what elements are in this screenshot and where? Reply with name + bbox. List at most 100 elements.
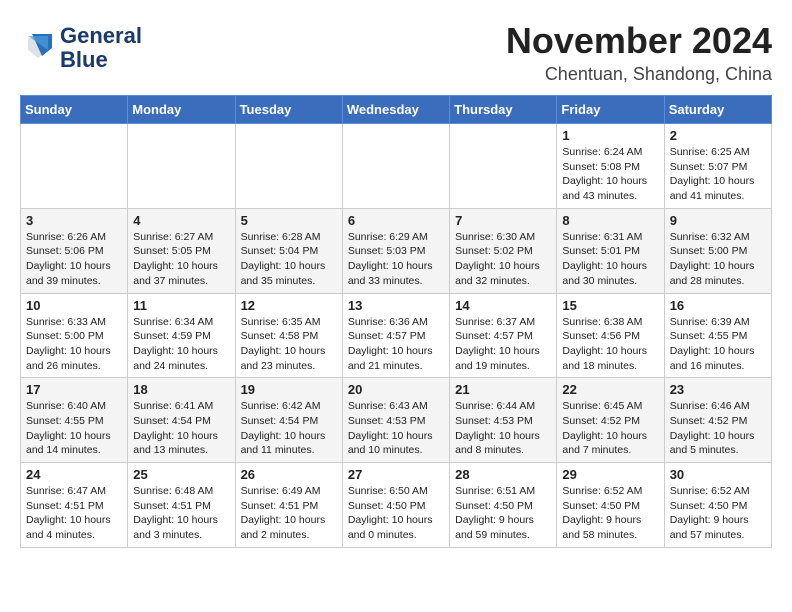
day-number: 22 bbox=[562, 382, 658, 397]
calendar-week-row: 24 Sunrise: 6:47 AMSunset: 4:51 PMDayligh… bbox=[21, 463, 772, 548]
calendar-cell bbox=[450, 124, 557, 209]
calendar-week-row: 1 Sunrise: 6:24 AMSunset: 5:08 PMDaylight… bbox=[21, 124, 772, 209]
day-info: Sunrise: 6:24 AMSunset: 5:08 PMDaylight:… bbox=[562, 145, 658, 204]
day-number: 23 bbox=[670, 382, 766, 397]
day-number: 17 bbox=[26, 382, 122, 397]
day-info: Sunrise: 6:29 AMSunset: 5:03 PMDaylight:… bbox=[348, 230, 444, 289]
weekday-header-wednesday: Wednesday bbox=[342, 96, 449, 124]
weekday-header-tuesday: Tuesday bbox=[235, 96, 342, 124]
day-info: Sunrise: 6:40 AMSunset: 4:55 PMDaylight:… bbox=[26, 399, 122, 458]
calendar-cell: 9 Sunrise: 6:32 AMSunset: 5:00 PMDaylight… bbox=[664, 208, 771, 293]
day-info: Sunrise: 6:42 AMSunset: 4:54 PMDaylight:… bbox=[241, 399, 337, 458]
day-info: Sunrise: 6:26 AMSunset: 5:06 PMDaylight:… bbox=[26, 230, 122, 289]
day-number: 14 bbox=[455, 298, 551, 313]
calendar-cell: 26Sunrise: 6:49 AMSunset: 4:51 PMDayligh… bbox=[235, 463, 342, 548]
day-info: Sunrise: 6:38 AMSunset: 4:56 PMDaylight:… bbox=[562, 315, 658, 374]
logo-text: General Blue bbox=[60, 24, 142, 72]
day-info: Sunrise: 6:48 AMSunset: 4:51 PMDaylight:… bbox=[133, 484, 229, 543]
day-info: Sunrise: 6:31 AMSunset: 5:01 PMDaylight:… bbox=[562, 230, 658, 289]
logo: General Blue bbox=[20, 24, 142, 72]
calendar-cell bbox=[235, 124, 342, 209]
calendar-cell: 30 Sunrise: 6:52 AMSunset: 4:50 PMDayligh… bbox=[664, 463, 771, 548]
day-number: 20 bbox=[348, 382, 444, 397]
weekday-header-monday: Monday bbox=[128, 96, 235, 124]
day-number: 28 bbox=[455, 467, 551, 482]
day-info: Sunrise: 6:36 AMSunset: 4:57 PMDaylight:… bbox=[348, 315, 444, 374]
day-info: Sunrise: 6:46 AMSunset: 4:52 PMDaylight:… bbox=[670, 399, 766, 458]
day-info: Sunrise: 6:37 AMSunset: 4:57 PMDaylight:… bbox=[455, 315, 551, 374]
calendar-cell: 19 Sunrise: 6:42 AMSunset: 4:54 PMDayligh… bbox=[235, 378, 342, 463]
calendar-cell: 6 Sunrise: 6:29 AMSunset: 5:03 PMDaylight… bbox=[342, 208, 449, 293]
calendar-cell: 10Sunrise: 6:33 AMSunset: 5:00 PMDayligh… bbox=[21, 293, 128, 378]
day-info: Sunrise: 6:44 AMSunset: 4:53 PMDaylight:… bbox=[455, 399, 551, 458]
day-info: Sunrise: 6:52 AMSunset: 4:50 PMDaylight:… bbox=[670, 484, 766, 543]
day-info: Sunrise: 6:27 AMSunset: 5:05 PMDaylight:… bbox=[133, 230, 229, 289]
calendar-header-row: SundayMondayTuesdayWednesdayThursdayFrid… bbox=[21, 96, 772, 124]
calendar-table: SundayMondayTuesdayWednesdayThursdayFrid… bbox=[20, 95, 772, 548]
calendar-cell: 1 Sunrise: 6:24 AMSunset: 5:08 PMDaylight… bbox=[557, 124, 664, 209]
day-info: Sunrise: 6:47 AMSunset: 4:51 PMDaylight:… bbox=[26, 484, 122, 543]
day-number: 18 bbox=[133, 382, 229, 397]
day-number: 1 bbox=[562, 128, 658, 143]
calendar-cell: 21 Sunrise: 6:44 AMSunset: 4:53 PMDayligh… bbox=[450, 378, 557, 463]
day-number: 2 bbox=[670, 128, 766, 143]
page-header: General Blue November 2024 Chentuan, Sha… bbox=[20, 20, 772, 85]
day-info: Sunrise: 6:50 AMSunset: 4:50 PMDaylight:… bbox=[348, 484, 444, 543]
day-info: Sunrise: 6:35 AMSunset: 4:58 PMDaylight:… bbox=[241, 315, 337, 374]
day-number: 15 bbox=[562, 298, 658, 313]
day-number: 30 bbox=[670, 467, 766, 482]
weekday-header-friday: Friday bbox=[557, 96, 664, 124]
month-title: November 2024 bbox=[506, 20, 772, 62]
day-number: 29 bbox=[562, 467, 658, 482]
calendar-cell: 15 Sunrise: 6:38 AMSunset: 4:56 PMDayligh… bbox=[557, 293, 664, 378]
day-info: Sunrise: 6:33 AMSunset: 5:00 PMDaylight:… bbox=[26, 315, 122, 374]
calendar-cell: 17 Sunrise: 6:40 AMSunset: 4:55 PMDayligh… bbox=[21, 378, 128, 463]
calendar-cell bbox=[128, 124, 235, 209]
day-number: 25 bbox=[133, 467, 229, 482]
calendar-cell bbox=[342, 124, 449, 209]
day-info: Sunrise: 6:25 AMSunset: 5:07 PMDaylight:… bbox=[670, 145, 766, 204]
location-title: Chentuan, Shandong, China bbox=[506, 64, 772, 85]
day-number: 24 bbox=[26, 467, 122, 482]
calendar-cell bbox=[21, 124, 128, 209]
calendar-cell: 3 Sunrise: 6:26 AMSunset: 5:06 PMDaylight… bbox=[21, 208, 128, 293]
day-info: Sunrise: 6:52 AMSunset: 4:50 PMDaylight:… bbox=[562, 484, 658, 543]
day-info: Sunrise: 6:28 AMSunset: 5:04 PMDaylight:… bbox=[241, 230, 337, 289]
day-number: 3 bbox=[26, 213, 122, 228]
calendar-cell: 11Sunrise: 6:34 AMSunset: 4:59 PMDayligh… bbox=[128, 293, 235, 378]
day-number: 12 bbox=[241, 298, 337, 313]
calendar-cell: 28 Sunrise: 6:51 AMSunset: 4:50 PMDayligh… bbox=[450, 463, 557, 548]
weekday-header-sunday: Sunday bbox=[21, 96, 128, 124]
day-number: 21 bbox=[455, 382, 551, 397]
day-number: 9 bbox=[670, 213, 766, 228]
day-info: Sunrise: 6:41 AMSunset: 4:54 PMDaylight:… bbox=[133, 399, 229, 458]
calendar-week-row: 3 Sunrise: 6:26 AMSunset: 5:06 PMDaylight… bbox=[21, 208, 772, 293]
day-number: 4 bbox=[133, 213, 229, 228]
day-number: 8 bbox=[562, 213, 658, 228]
calendar-week-row: 17 Sunrise: 6:40 AMSunset: 4:55 PMDayligh… bbox=[21, 378, 772, 463]
weekday-header-thursday: Thursday bbox=[450, 96, 557, 124]
day-number: 16 bbox=[670, 298, 766, 313]
calendar-cell: 13 Sunrise: 6:36 AMSunset: 4:57 PMDayligh… bbox=[342, 293, 449, 378]
title-area: November 2024 Chentuan, Shandong, China bbox=[506, 20, 772, 85]
calendar-cell: 27Sunrise: 6:50 AMSunset: 4:50 PMDayligh… bbox=[342, 463, 449, 548]
calendar-cell: 16Sunrise: 6:39 AMSunset: 4:55 PMDayligh… bbox=[664, 293, 771, 378]
logo-icon bbox=[20, 30, 56, 66]
calendar-cell: 5Sunrise: 6:28 AMSunset: 5:04 PMDaylight… bbox=[235, 208, 342, 293]
calendar-cell: 25 Sunrise: 6:48 AMSunset: 4:51 PMDayligh… bbox=[128, 463, 235, 548]
calendar-cell: 7Sunrise: 6:30 AMSunset: 5:02 PMDaylight… bbox=[450, 208, 557, 293]
day-number: 6 bbox=[348, 213, 444, 228]
weekday-header-saturday: Saturday bbox=[664, 96, 771, 124]
day-number: 19 bbox=[241, 382, 337, 397]
day-info: Sunrise: 6:51 AMSunset: 4:50 PMDaylight:… bbox=[455, 484, 551, 543]
calendar-cell: 29 Sunrise: 6:52 AMSunset: 4:50 PMDayligh… bbox=[557, 463, 664, 548]
calendar-cell: 4 Sunrise: 6:27 AMSunset: 5:05 PMDaylight… bbox=[128, 208, 235, 293]
day-number: 13 bbox=[348, 298, 444, 313]
day-number: 11 bbox=[133, 298, 229, 313]
day-info: Sunrise: 6:45 AMSunset: 4:52 PMDaylight:… bbox=[562, 399, 658, 458]
day-info: Sunrise: 6:30 AMSunset: 5:02 PMDaylight:… bbox=[455, 230, 551, 289]
day-info: Sunrise: 6:43 AMSunset: 4:53 PMDaylight:… bbox=[348, 399, 444, 458]
day-info: Sunrise: 6:32 AMSunset: 5:00 PMDaylight:… bbox=[670, 230, 766, 289]
calendar-cell: 2 Sunrise: 6:25 AMSunset: 5:07 PMDaylight… bbox=[664, 124, 771, 209]
calendar-cell: 18 Sunrise: 6:41 AMSunset: 4:54 PMDayligh… bbox=[128, 378, 235, 463]
